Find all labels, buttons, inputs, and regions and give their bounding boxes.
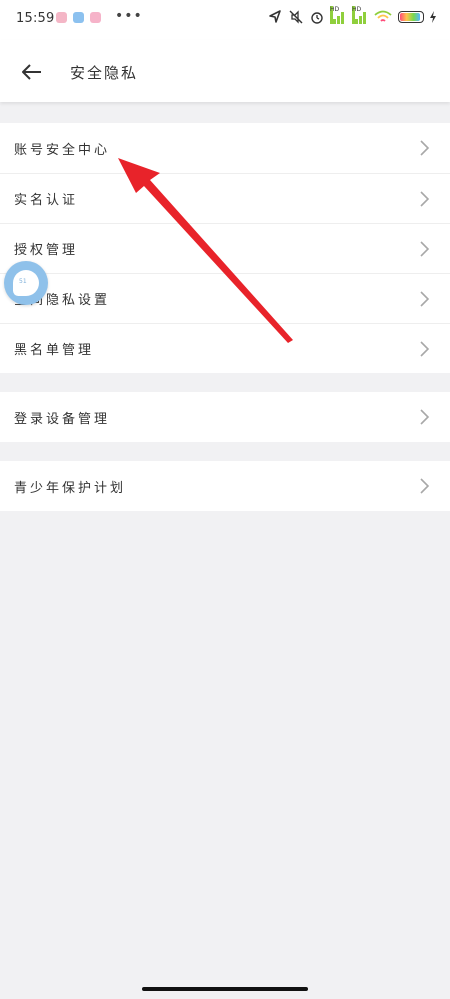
back-arrow-icon [22, 64, 41, 80]
list-item-account-security-center[interactable]: 账号安全中心 [0, 123, 450, 173]
chevron-right-icon [420, 140, 430, 156]
list-item-label: 青少年保护计划 [14, 480, 127, 496]
list-item-label: 账号安全中心 [14, 142, 111, 158]
status-right-icons: HD HD [268, 6, 436, 24]
home-indicator[interactable] [142, 987, 308, 991]
chevron-right-icon [420, 291, 430, 307]
chevron-right-icon [420, 478, 430, 494]
status-time: 15:59 [16, 11, 55, 26]
page-title: 安全隐私 [70, 64, 139, 82]
chevron-right-icon [420, 241, 430, 257]
chevron-right-icon [420, 191, 430, 207]
app-notification-icon [90, 12, 101, 23]
app-notification-icon [56, 12, 67, 23]
chat-bubble-icon: 51 [13, 270, 39, 296]
status-bar: 15:59 ••• HD HD [0, 0, 450, 40]
charging-icon [430, 11, 436, 23]
location-icon [269, 10, 281, 23]
list-item-youth-protection-plan[interactable]: 青少年保护计划 [0, 461, 450, 511]
list-item-real-name-verification[interactable]: 实名认证 [0, 173, 450, 223]
status-notification-icons: ••• [56, 7, 143, 24]
signal-icon: HD [330, 6, 346, 24]
alarm-icon [311, 12, 323, 24]
wifi-icon [374, 10, 392, 22]
floating-assistant-text: 51 [19, 278, 27, 285]
mute-icon [289, 10, 303, 24]
battery-icon [398, 11, 424, 23]
list-item-label: 登录设备管理 [14, 411, 111, 427]
more-notifications-icon: ••• [115, 7, 143, 24]
list-item-label: 授权管理 [14, 243, 79, 258]
list-item-authorization-management[interactable]: 授权管理 [0, 223, 450, 273]
signal-icon: HD [352, 6, 368, 24]
settings-group-devices: 登录设备管理 [0, 392, 450, 442]
list-item-login-device-management[interactable]: 登录设备管理 [0, 392, 450, 442]
nav-bar: 安全隐私 [0, 40, 450, 102]
list-item-label: 黑名单管理 [14, 343, 95, 358]
chevron-right-icon [420, 409, 430, 425]
list-item-blacklist-management[interactable]: 黑名单管理 [0, 323, 450, 373]
list-item-space-privacy-settings[interactable]: 空间隐私设置 [0, 273, 450, 323]
settings-group-youth: 青少年保护计划 [0, 461, 450, 511]
chevron-right-icon [420, 341, 430, 357]
list-item-label: 实名认证 [14, 193, 79, 208]
back-button[interactable] [18, 58, 46, 86]
app-notification-icon [73, 12, 84, 23]
settings-group-privacy: 账号安全中心 实名认证 授权管理 空间隐私设置 黑名单管理 [0, 123, 450, 373]
floating-assistant-button[interactable]: 51 [4, 261, 48, 305]
